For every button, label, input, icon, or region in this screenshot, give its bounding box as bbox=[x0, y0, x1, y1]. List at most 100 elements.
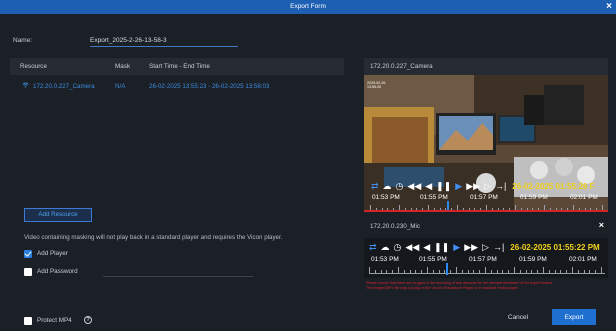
rewind-icon[interactable]: ◀◀ bbox=[405, 242, 419, 253]
timeline-tick bbox=[514, 267, 515, 273]
column-time: Start Time - End Time bbox=[149, 63, 210, 70]
timeline-tick bbox=[467, 270, 469, 273]
timeline-tick bbox=[403, 270, 405, 273]
timeline-tick bbox=[421, 270, 423, 273]
timeline-tick bbox=[485, 267, 486, 273]
fast-forward-icon[interactable]: ▶▶ bbox=[466, 181, 480, 192]
protect-mp4-label: Protect MP4 bbox=[37, 317, 72, 324]
timeline-tick bbox=[380, 270, 382, 273]
table-row[interactable]: 172.20.0.227_Camera N/A 26-02-2025 13:55… bbox=[10, 81, 344, 93]
step-forward-icon[interactable]: ▷ bbox=[482, 242, 489, 253]
timeline-tick bbox=[601, 267, 602, 273]
camera-overlay-time: 13:55:26 bbox=[367, 85, 381, 90]
pause-icon[interactable]: ❚❚ bbox=[436, 181, 451, 192]
loop-icon[interactable]: ⇄ bbox=[369, 242, 377, 253]
tick-label: 02:01 PM bbox=[570, 194, 598, 201]
tick-label: 02:01 PM bbox=[569, 256, 597, 263]
export-button[interactable]: Export bbox=[552, 309, 596, 325]
timeline-tick bbox=[572, 267, 573, 273]
window-title: Export Form bbox=[290, 3, 326, 10]
recording-bar bbox=[364, 210, 608, 212]
masking-warning: Video containing masking will not play b… bbox=[24, 234, 283, 241]
timeline-tick bbox=[508, 270, 510, 273]
mic-timeline[interactable]: 01:53 PM 01:55 PM 01:57 PM 01:59 PM 02:0… bbox=[369, 256, 605, 276]
skip-end-icon[interactable]: →| bbox=[495, 181, 506, 192]
wifi-icon bbox=[22, 82, 29, 90]
tick-label: 01:55 PM bbox=[419, 256, 447, 263]
timeline-tick bbox=[543, 267, 544, 273]
mic-preview-title: 172.20.0.230_Mic bbox=[370, 223, 421, 230]
timeline-tick bbox=[490, 270, 492, 273]
name-label: Name: bbox=[13, 37, 33, 44]
tick-label: 01:57 PM bbox=[470, 194, 498, 201]
timeline-tick bbox=[432, 270, 434, 273]
timeline-tick bbox=[548, 270, 550, 273]
timer-icon[interactable]: ◷ bbox=[396, 181, 404, 192]
timeline-tick bbox=[595, 270, 597, 273]
play-icon[interactable]: ▶ bbox=[453, 242, 460, 253]
cell-time: 26-02-2025 13:55:23 - 26-02-2025 13:58:0… bbox=[149, 83, 270, 90]
timeline-tick bbox=[456, 267, 457, 273]
pause-icon[interactable]: ❚❚ bbox=[434, 242, 449, 253]
camera-video: 2025-02-26 13:55:26 ⇄ ☁ ◷ ◀◀ ◀ ❚❚ ▶ ▶▶ ▷… bbox=[364, 75, 608, 212]
name-input[interactable] bbox=[90, 34, 238, 47]
tick-label: 01:53 PM bbox=[371, 256, 399, 263]
timeline-ticks bbox=[369, 263, 605, 275]
password-field[interactable] bbox=[103, 268, 253, 277]
close-icon[interactable]: × bbox=[606, 1, 612, 13]
timeline-tick bbox=[374, 270, 376, 273]
timeline-tick bbox=[496, 270, 498, 273]
add-player-label: Add Player bbox=[37, 250, 68, 257]
timeline-tick bbox=[519, 270, 521, 273]
timer-icon[interactable]: ◷ bbox=[394, 242, 402, 253]
add-password-label: Add Password bbox=[37, 268, 78, 275]
timeline-tick bbox=[589, 270, 591, 273]
add-player-checkbox[interactable] bbox=[24, 250, 32, 258]
mic-playback-controls: ⇄ ☁ ◷ ◀◀ ◀ ❚❚ ▶ ▶▶ ▷ →| 26-02-2025 01:55… bbox=[369, 242, 600, 253]
skip-end-icon[interactable]: →| bbox=[493, 242, 504, 253]
export-notes: Please ensure that there are no gaps in … bbox=[366, 281, 608, 290]
add-resource-button[interactable]: Add Resource bbox=[24, 208, 92, 222]
mic-timestamp: 26-02-2025 01:55:22 PM bbox=[510, 243, 600, 252]
timeline-tick bbox=[525, 270, 527, 273]
tick-label: 01:59 PM bbox=[519, 256, 547, 263]
timeline-tick bbox=[531, 270, 533, 273]
timeline-tick bbox=[369, 267, 370, 273]
close-icon[interactable]: × bbox=[599, 220, 604, 230]
step-back-icon[interactable]: ◀ bbox=[423, 242, 430, 253]
timeline-tick bbox=[479, 270, 481, 273]
timeline-tick bbox=[386, 270, 388, 273]
loop-icon[interactable]: ⇄ bbox=[371, 181, 379, 192]
camera-preview-title: 172.20.0.227_Camera bbox=[370, 63, 433, 70]
timeline-tick bbox=[461, 270, 463, 273]
resource-table-header: Resource Mask Start Time - End Time bbox=[10, 58, 344, 75]
mic-preview: ⇄ ☁ ◷ ◀◀ ◀ ❚❚ ▶ ▶▶ ▷ →| 26-02-2025 01:55… bbox=[364, 238, 608, 278]
cloud-icon[interactable]: ☁ bbox=[381, 242, 390, 253]
timeline-tick bbox=[554, 270, 556, 273]
note-player: The merged MP4 file may not play in the … bbox=[366, 285, 519, 290]
tick-label: 01:53 PM bbox=[372, 194, 400, 201]
timeline-tick bbox=[566, 270, 568, 273]
cloud-icon[interactable]: ☁ bbox=[383, 181, 392, 192]
playhead-marker[interactable] bbox=[446, 263, 448, 275]
timeline-tick bbox=[450, 270, 452, 273]
timeline-tick bbox=[438, 270, 440, 273]
add-password-checkbox[interactable] bbox=[24, 268, 32, 276]
cancel-button[interactable]: Cancel bbox=[497, 310, 539, 325]
rewind-icon[interactable]: ◀◀ bbox=[407, 181, 421, 192]
step-forward-icon[interactable]: ▷ bbox=[484, 181, 491, 192]
step-back-icon[interactable]: ◀ bbox=[425, 181, 432, 192]
timeline-tick bbox=[560, 270, 562, 273]
timeline-tick bbox=[415, 270, 417, 273]
timeline-tick bbox=[427, 267, 428, 273]
play-icon[interactable]: ▶ bbox=[455, 181, 462, 192]
mic-preview-header: 172.20.0.230_Mic × bbox=[364, 220, 608, 234]
timeline-tick bbox=[392, 270, 394, 273]
help-icon[interactable]: ? bbox=[84, 316, 92, 324]
protect-mp4-checkbox[interactable] bbox=[24, 317, 32, 325]
timeline-tick bbox=[473, 270, 475, 273]
fast-forward-icon[interactable]: ▶▶ bbox=[464, 242, 478, 253]
tick-label: 01:59 PM bbox=[520, 194, 548, 201]
column-resource: Resource bbox=[20, 63, 47, 70]
camera-playback-controls: ⇄ ☁ ◷ ◀◀ ◀ ❚❚ ▶ ▶▶ ▷ →| 26-02-2025 01:55… bbox=[371, 181, 595, 192]
